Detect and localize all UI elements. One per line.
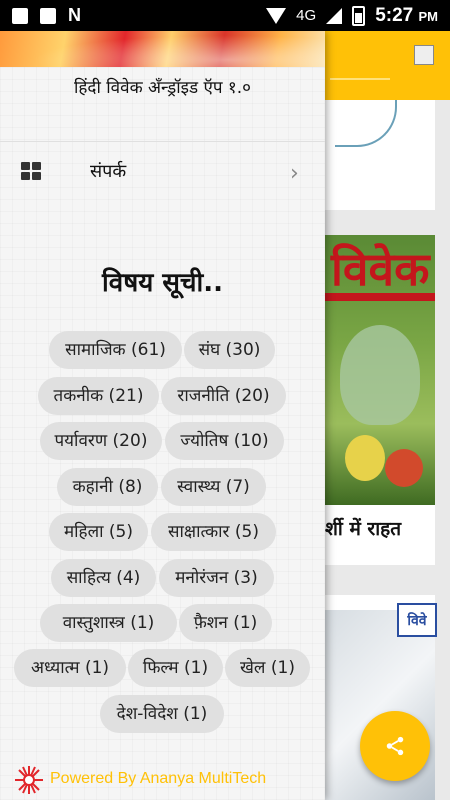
footer: Powered By Ananya MultiTech bbox=[0, 762, 325, 800]
cover-vegetable bbox=[340, 325, 420, 425]
topic-tag[interactable]: फिल्म (1) bbox=[128, 649, 223, 687]
topic-tag[interactable]: मनोरंजन (3) bbox=[159, 559, 274, 597]
magazine-caption: र्शी में राहत bbox=[325, 518, 402, 540]
card-illustration bbox=[335, 100, 397, 147]
magazine-cover: विवेक bbox=[325, 235, 435, 505]
topic-tag[interactable]: खेल (1) bbox=[225, 649, 310, 687]
topic-tag[interactable]: महिला (5) bbox=[49, 513, 148, 551]
battery-icon bbox=[352, 5, 366, 26]
navigation-drawer[interactable]: हिंदी विवेक अँन्ड्रॉइड ऍप १.० संपर्क › व… bbox=[0, 31, 325, 800]
clock-ampm: PM bbox=[418, 8, 439, 24]
n-icon: N bbox=[68, 5, 81, 25]
network-type: 4G bbox=[296, 7, 317, 24]
magazine-card[interactable]: विवेक र्शी में राहत bbox=[325, 235, 435, 565]
wifi-icon bbox=[266, 7, 287, 24]
topic-tag[interactable]: सामाजिक (61) bbox=[49, 331, 182, 369]
drawer-header-image bbox=[0, 31, 325, 67]
topic-tag[interactable]: साक्षात्कार (5) bbox=[151, 513, 276, 551]
topic-tag[interactable]: स्वास्थ्य (7) bbox=[161, 468, 266, 506]
signal-icon bbox=[326, 7, 343, 24]
message-icon bbox=[12, 7, 28, 24]
grid-icon bbox=[21, 162, 41, 180]
topic-tag[interactable]: देश-विदेश (1) bbox=[100, 695, 224, 733]
article-card[interactable] bbox=[325, 100, 435, 210]
topic-tag[interactable]: फ़ैशन (1) bbox=[179, 604, 272, 642]
share-icon bbox=[386, 736, 404, 756]
topics-title: विषय सूची.. bbox=[102, 268, 223, 298]
mini-logo: विवे bbox=[397, 603, 437, 637]
divider bbox=[0, 141, 325, 142]
menu-item-contact[interactable]: संपर्क › bbox=[0, 149, 325, 193]
cover-fruit bbox=[345, 435, 385, 481]
cover-fruit bbox=[385, 449, 423, 487]
magazine-title: विवेक bbox=[331, 242, 430, 296]
menu-item-label: संपर्क bbox=[90, 161, 127, 182]
share-button[interactable] bbox=[360, 711, 430, 781]
topic-tag[interactable]: संघ (30) bbox=[184, 331, 275, 369]
image-icon bbox=[40, 7, 56, 24]
company-logo-icon bbox=[15, 766, 43, 794]
powered-by-link[interactable]: Powered By Ananya MultiTech bbox=[50, 770, 266, 788]
broken-image-icon[interactable] bbox=[414, 45, 434, 65]
clock: 5:27 PM bbox=[375, 5, 438, 27]
chevron-right-icon: › bbox=[290, 161, 299, 186]
topic-tag[interactable]: वास्तुशास्त्र (1) bbox=[40, 604, 177, 642]
app-bar-underline bbox=[330, 78, 390, 80]
topic-tag[interactable]: तकनीक (21) bbox=[38, 377, 159, 415]
topic-tag[interactable]: राजनीति (20) bbox=[161, 377, 286, 415]
topic-tag[interactable]: अध्यात्म (1) bbox=[14, 649, 126, 687]
topic-tag[interactable]: कहानी (8) bbox=[57, 468, 158, 506]
app-version-label: हिंदी विवेक अँन्ड्रॉइड ऍप १.० bbox=[74, 78, 251, 98]
clock-time: 5:27 bbox=[375, 4, 414, 26]
topic-tag[interactable]: ज्योतिष (10) bbox=[165, 422, 284, 460]
status-bar: N 4G 5:27 PM bbox=[0, 0, 450, 31]
topic-tag[interactable]: पर्यावरण (20) bbox=[40, 422, 162, 460]
topic-tag[interactable]: साहित्य (4) bbox=[51, 559, 156, 597]
